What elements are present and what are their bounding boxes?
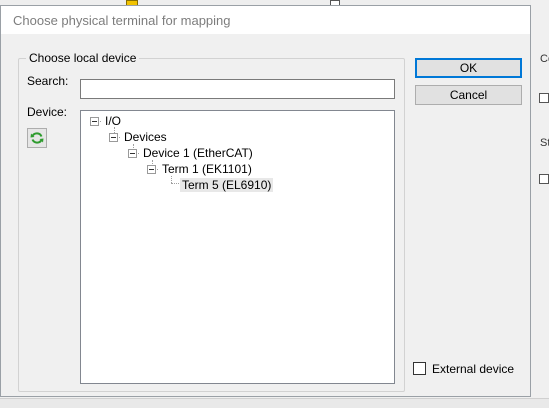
choose-terminal-dialog: Choose physical terminal for mapping Cho…: [0, 5, 531, 397]
background-panel-right: Co St: [531, 0, 549, 407]
tree-node-io[interactable]: I/O: [105, 114, 121, 128]
collapse-toggle-icon[interactable]: [109, 133, 118, 142]
background-label-co: Co: [540, 53, 549, 65]
dialog-titlebar[interactable]: Choose physical terminal for mapping: [1, 6, 530, 34]
search-input[interactable]: [80, 79, 395, 99]
external-device-checkbox[interactable]: [413, 362, 426, 375]
tree-node-device-1[interactable]: Device 1 (EtherCAT): [143, 146, 253, 160]
refresh-icon: [30, 132, 44, 144]
ok-button[interactable]: OK: [415, 58, 522, 78]
external-device-label: External device: [432, 362, 515, 376]
search-label: Search:: [27, 74, 69, 88]
tree-connector: [171, 176, 172, 183]
tree-node-term-5[interactable]: Term 5 (EL6910): [180, 178, 274, 192]
tree-connector: [171, 183, 179, 184]
device-label: Device:: [27, 105, 68, 119]
background-checkbox: [539, 174, 549, 184]
cancel-button[interactable]: Cancel: [415, 85, 522, 105]
group-title: Choose local device: [26, 51, 140, 65]
background-label-st: St: [540, 137, 549, 149]
collapse-toggle-icon[interactable]: [90, 117, 99, 126]
collapse-toggle-icon[interactable]: [147, 165, 156, 174]
refresh-devices-button[interactable]: [27, 128, 47, 148]
background-checkbox: [539, 93, 549, 103]
device-tree[interactable]: I/O Devices Device 1 (EtherCAT) Term 1 (…: [80, 110, 395, 384]
dialog-title: Choose physical terminal for mapping: [13, 13, 231, 28]
tree-node-devices[interactable]: Devices: [124, 130, 167, 144]
tree-node-term-1[interactable]: Term 1 (EK1101): [162, 162, 252, 176]
collapse-toggle-icon[interactable]: [128, 149, 137, 158]
